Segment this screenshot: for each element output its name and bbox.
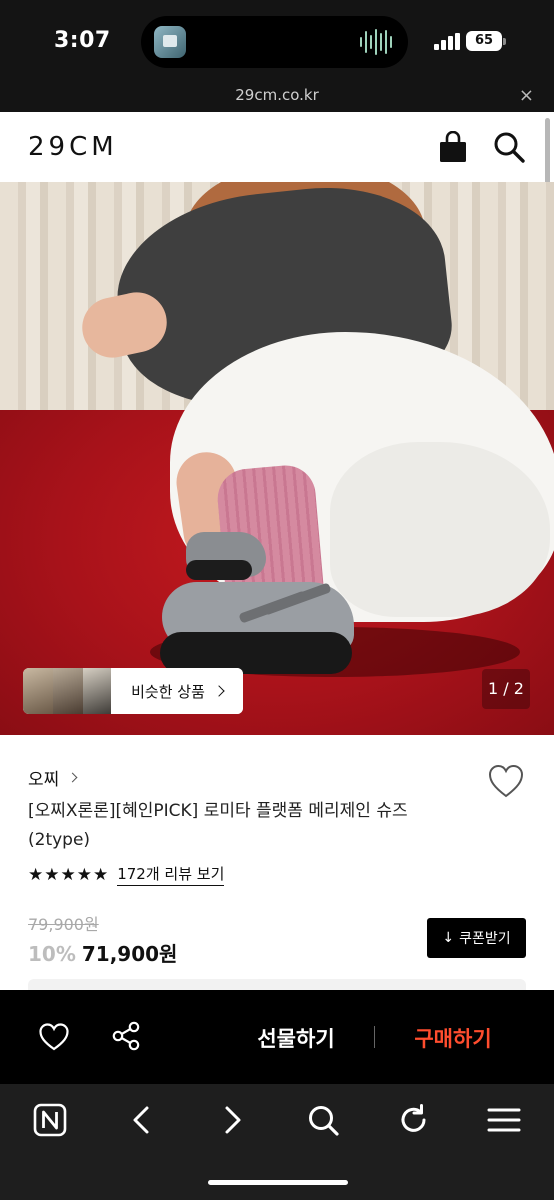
wishlist-heart-icon[interactable] — [487, 763, 525, 799]
sale-price: 71,900원 — [81, 942, 178, 966]
audio-waveform-icon — [360, 28, 392, 56]
status-bar: 3:07 65 — [0, 0, 554, 82]
product-info: 오찌 [오찌X론론][혜인PICK] 로미타 플랫폼 메리제인 슈즈 (2typ… — [0, 735, 554, 990]
refresh-icon[interactable] — [394, 1100, 434, 1140]
product-title: [오찌X론론][혜인PICK] 로미타 플랫폼 메리제인 슈즈 (2type) — [28, 801, 408, 850]
divider — [374, 1026, 375, 1048]
chevron-right-icon — [67, 772, 78, 783]
site-header: 29CM — [0, 112, 554, 182]
similar-product-thumbnail[interactable] — [23, 668, 53, 714]
discount-rate: 10% — [28, 942, 76, 966]
price-row: 10% 71,900원 — [28, 938, 177, 967]
cellular-signal-icon — [434, 33, 461, 50]
shopping-bag-icon[interactable] — [438, 131, 468, 163]
similar-products-button[interactable]: 비슷한 상품 — [111, 668, 243, 714]
share-icon[interactable] — [110, 1020, 142, 1052]
download-icon: ↓ — [442, 930, 455, 946]
star-rating-icon: ★★★★★ — [28, 864, 110, 885]
now-playing-artwork — [154, 26, 186, 58]
product-image-gallery[interactable]: 비슷한 상품 1 / 2 — [0, 182, 554, 735]
similar-products-label: 비슷한 상품 — [131, 682, 205, 701]
close-icon[interactable]: × — [519, 85, 534, 106]
battery-icon: 65 — [466, 31, 506, 51]
url-text[interactable]: 29cm.co.kr — [0, 86, 554, 104]
url-bar[interactable]: 29cm.co.kr × — [0, 82, 554, 112]
coupon-label: 쿠폰받기 — [459, 931, 511, 947]
search-icon[interactable] — [303, 1100, 343, 1140]
photo-skirt-ruffle — [330, 442, 550, 617]
image-counter: 1 / 2 — [482, 669, 530, 709]
brand-name: 오찌 — [28, 770, 60, 790]
site-logo[interactable]: 29CM — [28, 132, 118, 162]
purchase-bar: 선물하기 구매하기 — [0, 990, 554, 1084]
section-divider — [28, 979, 526, 990]
search-icon[interactable] — [492, 130, 526, 164]
photo-shoe-back-sole — [186, 560, 252, 580]
similar-product-thumbnail[interactable] — [53, 668, 83, 714]
similar-product-thumbnail[interactable] — [83, 668, 113, 714]
chevron-right-icon — [213, 685, 225, 697]
similar-products-strip[interactable]: 비슷한 상품 — [23, 668, 243, 714]
buy-button[interactable]: 구매하기 — [392, 1018, 514, 1058]
dynamic-island[interactable] — [141, 16, 408, 68]
back-icon[interactable] — [122, 1100, 162, 1140]
home-indicator[interactable] — [208, 1180, 348, 1185]
forward-icon[interactable] — [212, 1100, 252, 1140]
status-time: 3:07 — [54, 28, 111, 53]
heart-icon[interactable] — [38, 1022, 70, 1052]
review-link[interactable]: 172개 리뷰 보기 — [117, 863, 225, 886]
coupon-button[interactable]: ↓ 쿠폰받기 — [427, 918, 526, 958]
menu-icon[interactable] — [484, 1100, 524, 1140]
gift-button[interactable]: 선물하기 — [236, 1018, 356, 1058]
brand-link[interactable]: 오찌 — [28, 765, 78, 790]
original-price: 79,900원 — [28, 915, 99, 934]
naver-home-icon[interactable] — [30, 1100, 70, 1140]
rating-row: ★★★★★ 172개 리뷰 보기 — [28, 863, 225, 886]
